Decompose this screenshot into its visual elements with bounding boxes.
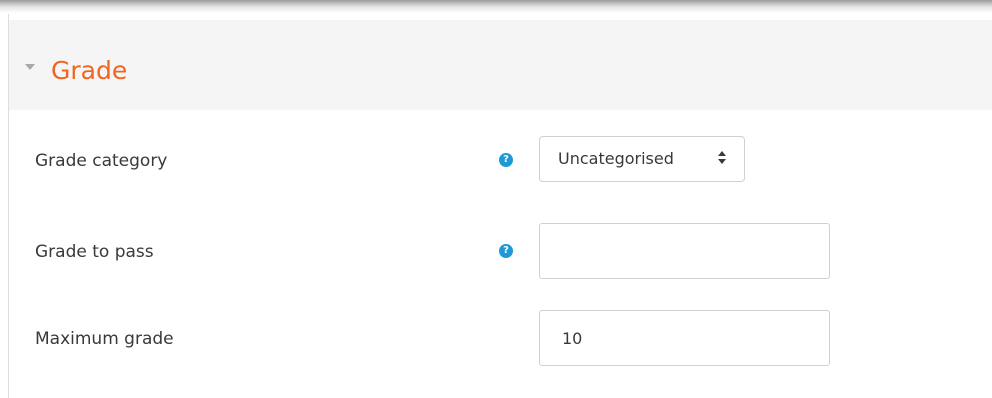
grade-fieldset: Grade Grade category ? Uncategorised Gra…: [8, 14, 992, 398]
maximum-grade-label: Maximum grade: [35, 329, 174, 349]
maximum-grade-row: Maximum grade: [9, 310, 992, 366]
top-shadow-divider: [0, 0, 992, 14]
maximum-grade-input[interactable]: [539, 310, 830, 366]
grade-category-row: Grade category ? Uncategorised: [9, 136, 992, 182]
grade-category-label: Grade category: [35, 151, 168, 171]
grade-category-selected-value: Uncategorised: [558, 149, 674, 168]
section-title[interactable]: Grade: [51, 56, 127, 86]
grade-to-pass-input[interactable]: [539, 223, 830, 279]
grade-to-pass-label: Grade to pass: [35, 242, 154, 262]
question-circle-icon[interactable]: ?: [499, 153, 513, 167]
caret-down-icon[interactable]: [25, 64, 35, 70]
question-circle-icon[interactable]: ?: [499, 244, 513, 258]
grade-section-header[interactable]: Grade: [9, 20, 992, 110]
grade-category-select[interactable]: Uncategorised: [539, 136, 745, 182]
grade-to-pass-row: Grade to pass ?: [9, 223, 992, 279]
sort-updown-icon: [718, 151, 726, 167]
